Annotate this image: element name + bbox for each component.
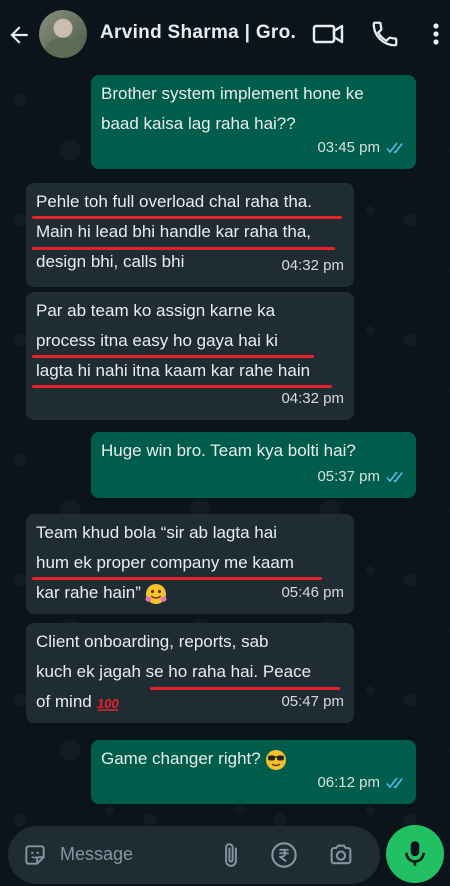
chat-header: Arvind Sharma | Gro. bbox=[0, 0, 450, 70]
message-time: 03:45 pm bbox=[317, 139, 380, 156]
message-bubble-outgoing[interactable]: Huge win bro. Team kya bolti hai? 05:37 … bbox=[91, 432, 416, 498]
back-arrow-icon[interactable] bbox=[6, 22, 32, 48]
message-time: 06:12 pm bbox=[317, 774, 380, 791]
payment-rupee-icon[interactable] bbox=[270, 841, 298, 869]
voice-call-icon[interactable] bbox=[370, 18, 400, 50]
red-underline-annotation bbox=[150, 687, 340, 690]
message-bubble-incoming[interactable]: Client onboarding, reports, sab kuch ek … bbox=[26, 623, 354, 723]
message-bubble-incoming[interactable]: Pehle toh full overload chal raha tha. M… bbox=[26, 183, 354, 287]
contact-name[interactable]: Arvind Sharma | Gro. bbox=[100, 22, 300, 44]
sticker-icon[interactable] bbox=[22, 842, 48, 868]
message-text-content: Game changer right? bbox=[101, 749, 261, 768]
microphone-icon bbox=[405, 841, 425, 866]
video-call-icon[interactable] bbox=[312, 18, 344, 50]
red-underline-annotation bbox=[32, 385, 332, 388]
red-underline-annotation bbox=[32, 577, 322, 580]
message-input[interactable]: Message bbox=[60, 844, 133, 865]
double-check-read-icon bbox=[386, 471, 403, 483]
message-time: 04:32 pm bbox=[281, 390, 344, 407]
sunglasses-face-emoji-icon bbox=[265, 749, 286, 770]
message-bubble-outgoing[interactable]: Brother system implement hone ke baad ka… bbox=[91, 75, 416, 169]
double-check-read-icon bbox=[386, 142, 403, 154]
red-underline-annotation bbox=[32, 247, 335, 250]
message-text: Brother system implement hone ke baad ka… bbox=[101, 84, 364, 133]
message-time: 05:47 pm bbox=[281, 693, 344, 710]
message-bubble-incoming[interactable]: Team khud bola “sir ab lagta hai hum ek … bbox=[26, 514, 354, 614]
message-composer[interactable]: Message bbox=[8, 826, 380, 884]
camera-icon[interactable] bbox=[326, 841, 356, 869]
hundred-points-emoji-icon: 100 bbox=[97, 696, 119, 711]
message-time: 05:37 pm bbox=[317, 468, 380, 485]
message-time: 04:32 pm bbox=[281, 257, 344, 274]
contact-avatar[interactable] bbox=[39, 10, 87, 58]
double-check-read-icon bbox=[386, 777, 403, 789]
hugging-face-emoji-icon bbox=[145, 583, 167, 604]
more-options-icon[interactable] bbox=[428, 18, 444, 50]
message-text: Par ab team ko assign karne ka process i… bbox=[36, 301, 311, 380]
message-text-content: Client onboarding, reports, sab kuch ek … bbox=[36, 632, 312, 711]
attach-paperclip-icon[interactable] bbox=[218, 841, 244, 869]
message-bubble-outgoing[interactable]: Game changer right? 06:12 pm bbox=[91, 740, 416, 804]
svg-text:100: 100 bbox=[97, 696, 119, 711]
message-time: 05:46 pm bbox=[281, 584, 344, 601]
red-underline-annotation bbox=[32, 355, 314, 358]
red-underline-annotation bbox=[32, 216, 342, 219]
voice-message-button[interactable] bbox=[386, 825, 444, 883]
